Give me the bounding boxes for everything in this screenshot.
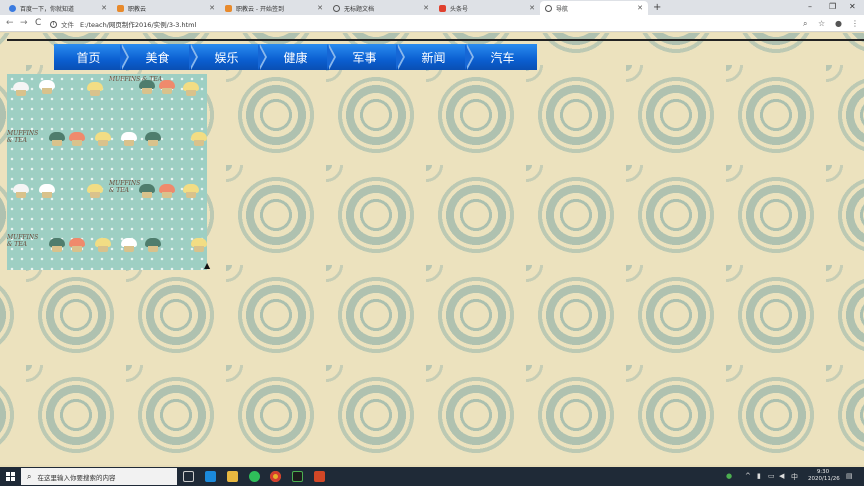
volume-icon[interactable]: ◀ bbox=[779, 472, 784, 480]
top-divider bbox=[7, 39, 864, 41]
globe-icon bbox=[545, 4, 552, 12]
tab-title: 职教云 - 开始签到 bbox=[236, 5, 284, 13]
tab-baidu[interactable]: 百度一下，你就知道 ✕ bbox=[4, 1, 112, 15]
tab-title: 无标题文档 bbox=[344, 5, 375, 13]
star-icon[interactable]: ☆ bbox=[818, 19, 825, 28]
tab-daohang[interactable]: 导航 ✕ bbox=[540, 1, 648, 15]
mouse-cursor-icon: ▲ bbox=[204, 261, 211, 270]
tab-zhijiaoyun-signin[interactable]: 职教云 - 开始签到 ✕ bbox=[220, 1, 328, 15]
menu-icon[interactable]: ⋮ bbox=[851, 19, 859, 28]
search-placeholder: 在这里输入你要搜索的内容 bbox=[37, 473, 116, 482]
reload-button[interactable]: C bbox=[35, 18, 41, 28]
new-tab-button[interactable]: + bbox=[653, 2, 661, 13]
network-icon[interactable]: ▭ bbox=[768, 472, 775, 480]
close-icon[interactable]: ✕ bbox=[317, 4, 323, 12]
input-method-icon[interactable]: 中 bbox=[791, 472, 798, 482]
tray-chevron-icon[interactable]: ^ bbox=[745, 472, 751, 480]
notification-icon[interactable]: ▤ bbox=[846, 472, 853, 480]
address-scheme: 文件 bbox=[61, 21, 74, 29]
forward-button[interactable]: → bbox=[20, 18, 28, 28]
zoom-icon[interactable]: ⌕ bbox=[803, 19, 807, 29]
browser-toolbar: ← → C i 文件 E:/teach/网页制作2016/实例/3-3.html… bbox=[0, 15, 864, 32]
edge-icon[interactable] bbox=[205, 471, 216, 482]
menu-item-cars[interactable]: 汽车 bbox=[468, 44, 537, 70]
chrome-icon[interactable] bbox=[270, 471, 281, 482]
clock-date: 2020/11/26 bbox=[808, 476, 840, 482]
tab-zhijiaoyun[interactable]: 职教云 ✕ bbox=[112, 1, 220, 15]
pen-tray-icon[interactable]: ▮ bbox=[757, 472, 761, 480]
close-icon[interactable]: ✕ bbox=[209, 4, 215, 12]
file-explorer-icon[interactable] bbox=[227, 471, 238, 482]
tab-title: 导航 bbox=[556, 5, 569, 13]
restore-button[interactable]: ❐ bbox=[829, 2, 836, 11]
minimize-button[interactable]: – bbox=[808, 2, 812, 11]
menu-item-health[interactable]: 健康 bbox=[261, 44, 336, 70]
wechat-icon[interactable] bbox=[249, 471, 260, 482]
task-view-icon[interactable] bbox=[183, 471, 194, 482]
profile-icon[interactable]: ● bbox=[835, 19, 842, 28]
main-menu: 首页 美食 娱乐 健康 军事 新闻 汽车 bbox=[54, 44, 537, 70]
tab-title: 职教云 bbox=[128, 5, 147, 13]
address-bar[interactable]: i 文件 E:/teach/网页制作2016/实例/3-3.html bbox=[50, 18, 805, 30]
globe-icon bbox=[333, 4, 340, 12]
tab-title: 头条号 bbox=[450, 5, 469, 13]
paw-icon bbox=[9, 4, 16, 12]
powerpoint-icon[interactable] bbox=[314, 471, 325, 482]
close-icon[interactable]: ✕ bbox=[637, 4, 643, 12]
toutiao-icon bbox=[439, 4, 446, 12]
close-icon[interactable]: ✕ bbox=[101, 4, 107, 12]
wechat-tray-icon[interactable]: ● bbox=[726, 472, 732, 480]
address-url: E:/teach/网页制作2016/实例/3-3.html bbox=[80, 21, 197, 29]
cloud-icon bbox=[225, 4, 232, 12]
info-icon[interactable]: i bbox=[50, 20, 57, 28]
menu-item-home[interactable]: 首页 bbox=[54, 44, 129, 70]
close-window-button[interactable]: ✕ bbox=[849, 2, 856, 11]
search-icon: ⌕ bbox=[27, 471, 32, 481]
menu-item-news[interactable]: 新闻 bbox=[399, 44, 474, 70]
menu-item-military[interactable]: 军事 bbox=[330, 44, 405, 70]
cloud-icon bbox=[117, 4, 124, 12]
tab-untitled[interactable]: 无标题文档 ✕ bbox=[328, 1, 434, 15]
tab-title: 百度一下，你就知道 bbox=[20, 5, 75, 13]
tab-toutiao[interactable]: 头条号 ✕ bbox=[434, 1, 540, 15]
taskbar-search-input[interactable]: ⌕ 在这里输入你要搜索的内容 bbox=[21, 468, 177, 485]
dreamweaver-icon[interactable] bbox=[292, 471, 303, 482]
muffins-tea-image: MUFFINS & TEA MUFFINS & TEA MUFFINS & TEA … bbox=[7, 74, 207, 270]
taskbar: ⌕ 在这里输入你要搜索的内容 ● ^ ▮ ▭ ◀ 中 9:30 2020/11/… bbox=[0, 467, 864, 486]
page-viewport: 首页 美食 娱乐 健康 军事 新闻 汽车 MUFFINS & TEA MUFFI… bbox=[0, 33, 864, 465]
menu-item-entertainment[interactable]: 娱乐 bbox=[192, 44, 267, 70]
clock-time: 9:30 bbox=[816, 469, 830, 475]
back-button[interactable]: ← bbox=[6, 18, 14, 28]
close-icon[interactable]: ✕ bbox=[423, 4, 429, 12]
taskbar-clock[interactable]: 9:30 2020/11/26 bbox=[808, 469, 840, 483]
close-icon[interactable]: ✕ bbox=[529, 4, 535, 12]
tab-strip: 百度一下，你就知道 ✕ 职教云 ✕ 职教云 - 开始签到 ✕ 无标题文档 ✕ 头… bbox=[0, 0, 864, 15]
menu-item-food[interactable]: 美食 bbox=[123, 44, 198, 70]
windows-start-icon[interactable] bbox=[6, 472, 15, 481]
